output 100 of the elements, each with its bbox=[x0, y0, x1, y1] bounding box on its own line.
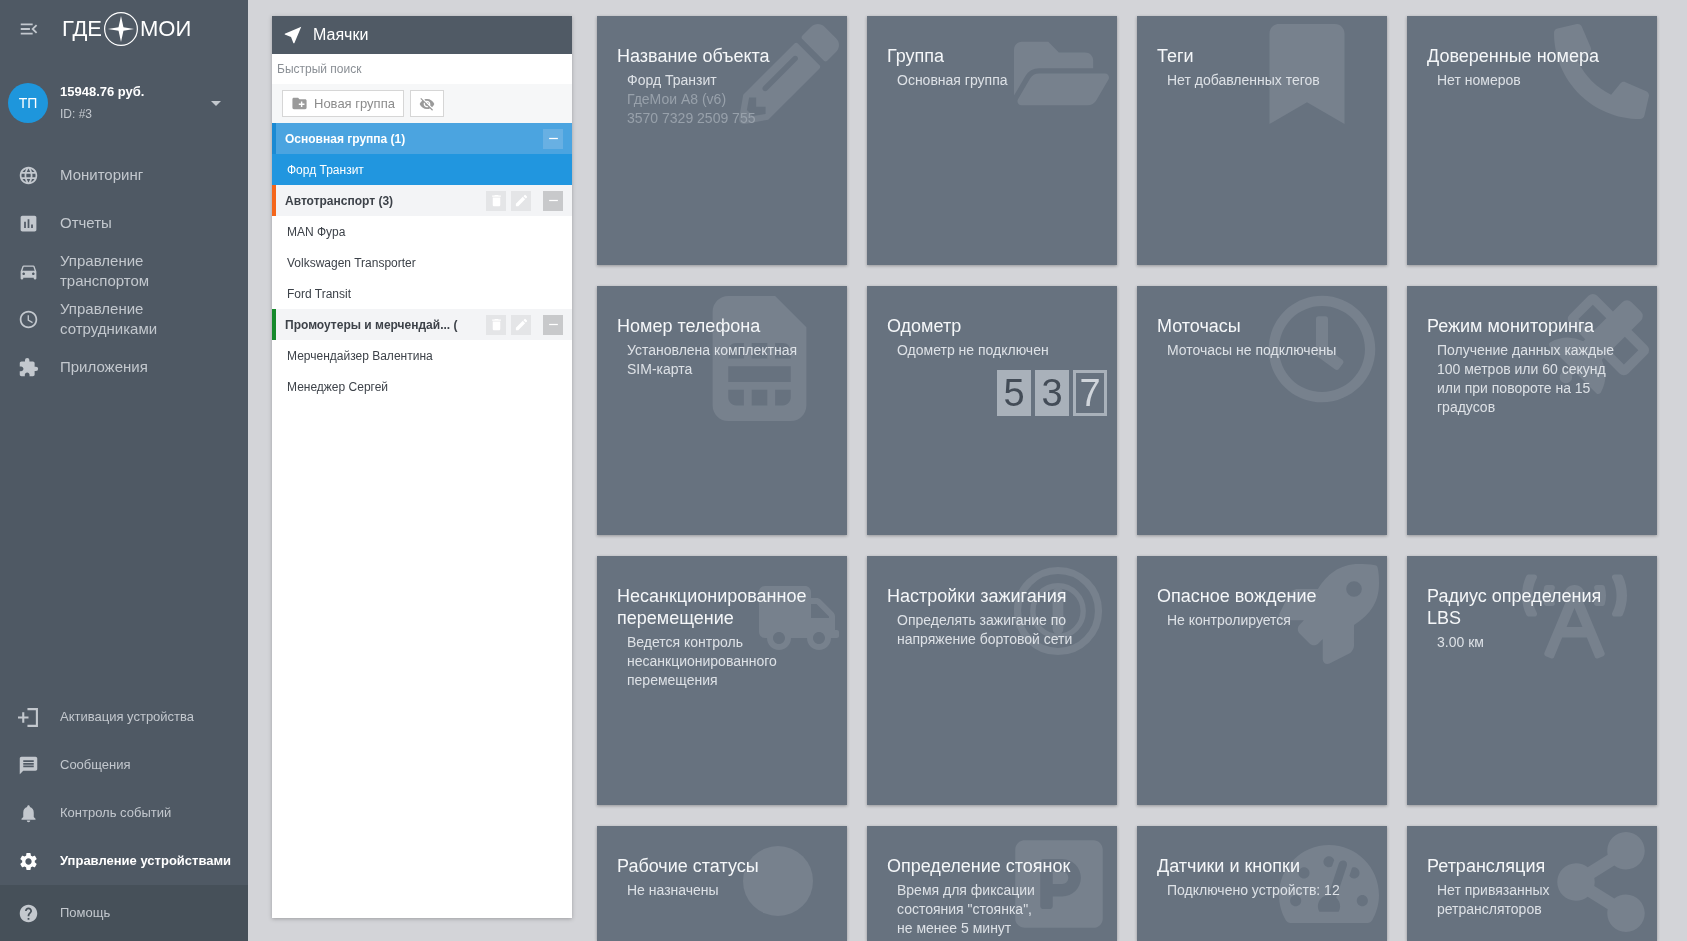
edit-button[interactable] bbox=[511, 314, 531, 335]
tile-text: Время для фиксации состояния "стоянка", не менее 5 минут bbox=[896, 881, 1035, 938]
tile-text: Одометр не подключен bbox=[896, 341, 1049, 360]
settings-tile[interactable]: Доверенные номера Нет номеров bbox=[1407, 16, 1657, 265]
settings-tile[interactable]: Несанкционированное перемещение Ведется контроль несанкционированного перемещения bbox=[597, 556, 847, 805]
tile-text: Получение данных каждые 100 метров или 60 секунд или при повороте на 15 градусов bbox=[1436, 341, 1615, 417]
tile-title: Настройки зажигания bbox=[887, 585, 1067, 607]
settings-tile[interactable]: Опасное вождение Не контролируется bbox=[1137, 556, 1387, 805]
panel-title: Маячки bbox=[313, 25, 369, 45]
settings-tile[interactable]: Теги Нет добавленных тегов bbox=[1137, 16, 1387, 265]
settings-tile[interactable]: Определение стоянок Время для фиксации состояния "стоянка", не менее 5 минут bbox=[867, 826, 1117, 941]
collapse-button[interactable] bbox=[543, 128, 563, 149]
settings-tile[interactable]: Радиус определения LBS 3.00 км bbox=[1407, 556, 1657, 805]
tile-title: Ретрансляция bbox=[1427, 855, 1546, 877]
tile-title: Радиус определения LBS bbox=[1427, 585, 1603, 629]
tile-title: Одометр bbox=[887, 315, 962, 337]
tile-title: Определение стоянок bbox=[887, 855, 1071, 877]
nav-item[interactable]: Отчеты bbox=[0, 199, 248, 247]
tile-text: Не контролируется bbox=[1166, 611, 1291, 630]
help-item[interactable]: Помощь bbox=[0, 885, 248, 941]
clock-icon bbox=[18, 308, 39, 330]
tile-title: Опасное вождение bbox=[1157, 585, 1317, 607]
tile-text: Не назначены bbox=[626, 881, 719, 900]
settings-tile[interactable]: Группа Основная группа bbox=[867, 16, 1117, 265]
tile-title: Моточасы bbox=[1157, 315, 1241, 337]
delete-button[interactable] bbox=[486, 314, 506, 335]
settings-tile[interactable]: Датчики и кнопки Подключено устройств: 12 bbox=[1137, 826, 1387, 941]
odometer-digit: 3 bbox=[1035, 370, 1069, 416]
settings-icon bbox=[18, 850, 39, 872]
group-header[interactable]: Автотранспорт (3) bbox=[272, 185, 572, 216]
tile-text: Нет номеров bbox=[1436, 71, 1521, 90]
compass-logo-icon bbox=[103, 11, 139, 47]
tile-title: Теги bbox=[1157, 45, 1194, 67]
tile-text: Нет привязанных ретрансляторов bbox=[1436, 881, 1551, 919]
tile-title: Датчики и кнопки bbox=[1157, 855, 1300, 877]
new-group-button[interactable]: Новая группа bbox=[282, 90, 404, 117]
visibility-button[interactable] bbox=[409, 90, 444, 117]
beacon-item[interactable]: MAN Фура bbox=[272, 216, 572, 247]
tile-text: Подключено устройств: 12 bbox=[1166, 881, 1340, 900]
beacon-item[interactable]: Мерчендайзер Валентина bbox=[272, 340, 572, 371]
nav-item[interactable]: Активация устройства bbox=[0, 693, 248, 741]
delete-button[interactable] bbox=[486, 190, 506, 211]
odometer-digit: 5 bbox=[997, 370, 1031, 416]
search-field[interactable]: Быстрый поиск bbox=[272, 54, 572, 84]
pencil-icon bbox=[513, 317, 529, 332]
tile-title: Режим мониторинга bbox=[1427, 315, 1595, 337]
tile-text: 3.00 км bbox=[1436, 633, 1484, 652]
nav-item[interactable]: Приложения bbox=[0, 343, 248, 391]
nav-item[interactable]: Контроль событий bbox=[0, 789, 248, 837]
tile-text: Определять зажигание по напряжение бортовой сети bbox=[896, 611, 1074, 649]
tile-text: Основная группа bbox=[896, 71, 1008, 90]
group-name: Автотранспорт (3) bbox=[285, 192, 394, 210]
tile-title: Номер телефона bbox=[617, 315, 761, 337]
beacon-item[interactable]: Менеджер Сергей bbox=[272, 371, 572, 402]
nav-item[interactable]: Сообщения bbox=[0, 741, 248, 789]
tile-text: Ведется контроль несанкционированного перемещения bbox=[626, 633, 778, 690]
beacon-item[interactable]: Volkswagen Transporter bbox=[272, 247, 572, 278]
tile-title: Рабочие статусы bbox=[617, 855, 759, 877]
beacon-item[interactable]: Форд Транзит bbox=[272, 154, 572, 185]
group-name: Основная группа (1) bbox=[285, 130, 406, 148]
puzzle-icon bbox=[18, 356, 39, 378]
settings-tile[interactable]: Рабочие статусы Не назначены bbox=[597, 826, 847, 941]
settings-tile[interactable]: 5 3 7 Одометр Одометр не подключен bbox=[867, 286, 1117, 535]
settings-tile[interactable]: Моточасы Моточасы не подключены bbox=[1137, 286, 1387, 535]
group-header[interactable]: Основная группа (1) bbox=[272, 123, 572, 154]
folder-plus-icon bbox=[291, 95, 308, 112]
navigation-arrow-icon bbox=[282, 24, 304, 46]
settings-tile[interactable]: Номер телефона Установлена комплектная SIM-карта bbox=[597, 286, 847, 535]
nav-item[interactable]: Управление устройствами bbox=[0, 837, 248, 885]
nav-item[interactable]: Управление сотрудниками bbox=[0, 295, 248, 343]
message-icon bbox=[18, 754, 39, 776]
account-balance: 15948.76 руб. bbox=[60, 84, 145, 100]
collapse-button[interactable] bbox=[543, 314, 563, 335]
odometer-digit: 7 bbox=[1073, 370, 1107, 416]
account-id: ID: #3 bbox=[60, 107, 93, 122]
group-name: Промоутеры и мерчендай... ( bbox=[285, 316, 458, 334]
tile-text: Форд Транзит bbox=[626, 71, 717, 90]
tile-title: Доверенные номера bbox=[1427, 45, 1599, 67]
nav-item[interactable]: Мониторинг bbox=[0, 151, 248, 199]
eye-slash-icon bbox=[418, 95, 435, 112]
tile-title: Название объекта bbox=[617, 45, 770, 67]
settings-tile[interactable]: Режим мониторинга Получение данных каждые 100 метров или 60 секунд или при повороте на 15 градусов bbox=[1407, 286, 1657, 535]
pencil-icon bbox=[513, 193, 529, 208]
tile-text: Установлена комплектная SIM-карта bbox=[626, 341, 799, 379]
tile-text: Нет добавленных тегов bbox=[1166, 71, 1320, 90]
avatar: ТП bbox=[8, 83, 48, 123]
beacon-item[interactable]: Ford Transit bbox=[272, 278, 572, 309]
tile-title: Группа bbox=[887, 45, 945, 67]
globe-icon bbox=[18, 164, 39, 186]
settings-tile[interactable]: Настройки зажигания Определять зажигание по напряжение бортовой сети bbox=[867, 556, 1117, 805]
tile-title: Несанкционированное перемещение bbox=[617, 585, 808, 629]
nav-item[interactable]: Управление транспортом bbox=[0, 247, 248, 295]
logo-text: МОИ bbox=[140, 16, 192, 42]
settings-tile[interactable]: Ретрансляция Нет привязанных ретрансляторов bbox=[1407, 826, 1657, 941]
group-header[interactable]: Промоутеры и мерчендай... ( bbox=[272, 309, 572, 340]
sign-in-icon bbox=[18, 706, 39, 728]
logo-text: ГДЕ bbox=[62, 16, 102, 42]
collapse-button[interactable] bbox=[543, 190, 563, 211]
edit-button[interactable] bbox=[511, 190, 531, 211]
help-icon bbox=[18, 902, 39, 924]
